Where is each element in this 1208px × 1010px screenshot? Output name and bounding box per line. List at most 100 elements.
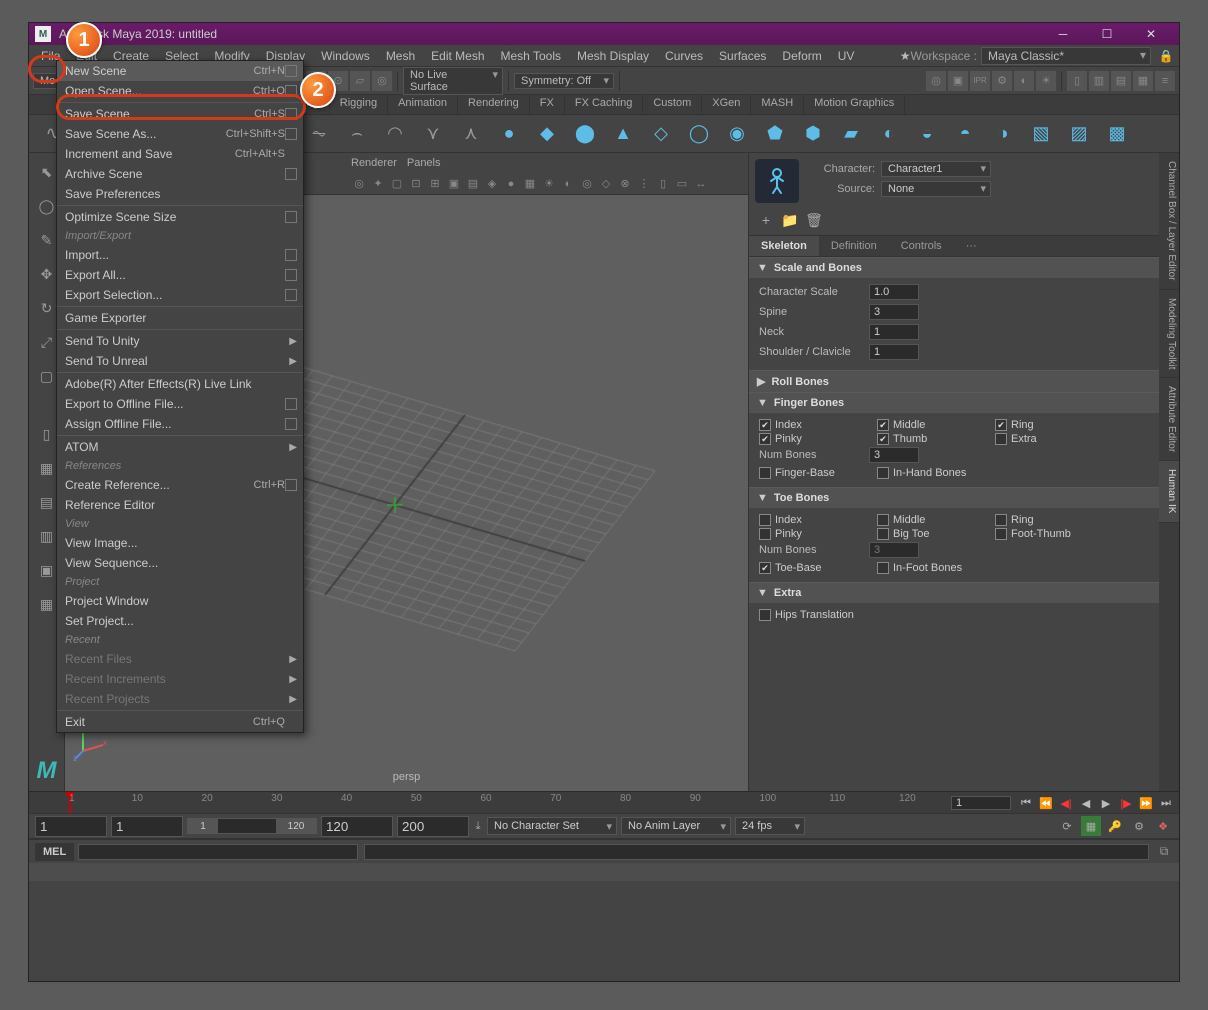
hypershade-icon[interactable]: ◐ [1014, 71, 1034, 91]
toe-base-check-toe-base[interactable]: Toe-Base [759, 562, 877, 574]
camera-icon[interactable]: ◎ [351, 176, 367, 192]
live-surface-select[interactable]: No Live Surface [403, 67, 503, 95]
shelf-prim8-icon[interactable]: ▧ [1025, 118, 1057, 150]
shelf-tab-rigging[interactable]: Rigging [330, 95, 388, 114]
panel-layout-5-icon[interactable]: ≡ [1155, 71, 1175, 91]
shelf-tab-mash[interactable]: MASH [751, 95, 804, 114]
tab-skeleton[interactable]: Skeleton [749, 236, 819, 256]
shelf-tab-custom[interactable]: Custom [643, 95, 702, 114]
section-scale-bones[interactable]: ▼Scale and Bones [749, 257, 1159, 278]
menu-item-set-project[interactable]: Set Project... [57, 611, 303, 631]
menu-item-adobe-r-after-effects-r-live-link[interactable]: Adobe(R) After Effects(R) Live Link [57, 374, 303, 394]
grid-icon[interactable]: ⊞ [427, 176, 443, 192]
menu-item-atom[interactable]: ATOM▶ [57, 437, 303, 457]
finger-numbones-input[interactable]: 3 [869, 447, 919, 463]
next-key-icon[interactable]: ⏩ [1137, 795, 1155, 811]
panel-layout-4-icon[interactable]: ▦ [1133, 71, 1153, 91]
snap-live-icon[interactable]: ◎ [372, 71, 392, 91]
finger-check-thumb[interactable]: Thumb [877, 433, 995, 445]
etc4-icon[interactable]: ↔ [693, 176, 709, 192]
film-gate-icon[interactable]: ▣ [446, 176, 462, 192]
side-tab-humanik[interactable]: Human IK [1159, 461, 1179, 522]
anim-prefs-icon[interactable]: ❖ [1153, 816, 1173, 836]
shelf-tab-xgen[interactable]: XGen [702, 95, 751, 114]
menu-item-game-exporter[interactable]: Game Exporter [57, 308, 303, 328]
tab-controls[interactable]: Controls [889, 236, 954, 256]
option-box-icon[interactable] [285, 211, 297, 223]
shelf-plane-icon[interactable]: ◇ [645, 118, 677, 150]
option-box-icon[interactable] [285, 479, 297, 491]
extra-check-hips-translation[interactable]: Hips Translation [759, 609, 877, 621]
panel-menu-renderer[interactable]: Renderer [351, 157, 397, 169]
menu-item-send-to-unity[interactable]: Send To Unity▶ [57, 331, 303, 351]
shelf-prim2-icon[interactable]: ⬢ [797, 118, 829, 150]
prefs-icon[interactable]: ⚙ [1129, 816, 1149, 836]
menu-item-view-sequence[interactable]: View Sequence... [57, 553, 303, 573]
shelf-torus-icon[interactable]: ◯ [683, 118, 715, 150]
shelf-cone-icon[interactable]: ▲ [607, 118, 639, 150]
shading-wire-icon[interactable]: ◈ [484, 176, 500, 192]
shelf-tab-fxcache[interactable]: FX Caching [565, 95, 643, 114]
option-box-icon[interactable] [285, 249, 297, 261]
play-back-icon[interactable]: ◀ [1077, 795, 1095, 811]
section-extra[interactable]: ▼Extra [749, 582, 1159, 603]
range-slider-in[interactable]: 1 [188, 819, 218, 833]
menu-meshtools[interactable]: Mesh Tools [493, 46, 569, 66]
section-roll-bones[interactable]: ▶Roll Bones [749, 370, 1159, 392]
range-slider[interactable]: 1 120 [187, 818, 317, 834]
joint-xray-icon[interactable]: ⊗ [617, 176, 633, 192]
shelf-disc-icon[interactable]: ◉ [721, 118, 753, 150]
lights-icon[interactable]: ☀ [541, 176, 557, 192]
anim-end-input[interactable] [397, 816, 469, 837]
finger-check-pinky[interactable]: Pinky [759, 433, 877, 445]
ipr-icon[interactable]: IPR [970, 71, 990, 91]
menu-item-create-reference[interactable]: Create Reference...Ctrl+R [57, 475, 303, 495]
toe-check-big-toe[interactable]: Big Toe [877, 528, 995, 540]
toe-check-middle[interactable]: Middle [877, 514, 995, 526]
finger-check-middle[interactable]: Middle [877, 419, 995, 431]
option-box-icon[interactable] [285, 128, 297, 140]
maximize-button[interactable]: ☐ [1085, 23, 1129, 45]
side-tab-attribute[interactable]: Attribute Editor [1159, 378, 1179, 461]
playback-end-input[interactable] [321, 816, 393, 837]
light-editor-icon[interactable]: ☀ [1036, 71, 1056, 91]
shelf-cube-icon[interactable]: ◆ [531, 118, 563, 150]
panel-layout-1-icon[interactable]: ▯ [1067, 71, 1087, 91]
menu-meshdisplay[interactable]: Mesh Display [569, 46, 657, 66]
shelf-prim7-icon[interactable]: ◑ [987, 118, 1019, 150]
shelf-curve9-icon[interactable]: ⌢ [341, 118, 373, 150]
minimize-button[interactable]: ─ [1041, 23, 1085, 45]
close-button[interactable]: ✕ [1129, 23, 1173, 45]
panel-menu-panels[interactable]: Panels [407, 157, 441, 169]
shelf-tab-fx[interactable]: FX [530, 95, 565, 114]
neck-input[interactable]: 1 [869, 324, 919, 340]
maya-home-icon[interactable]: M [31, 755, 63, 787]
loop-icon[interactable]: ⟳ [1057, 816, 1077, 836]
range-slider-out[interactable]: 120 [276, 819, 316, 833]
prev-key-icon[interactable]: ⏪ [1037, 795, 1055, 811]
snap-plane-icon[interactable]: ▱ [350, 71, 370, 91]
textured-icon[interactable]: ▦ [522, 176, 538, 192]
script-editor-icon[interactable]: ⧉ [1155, 843, 1173, 861]
symmetry-select[interactable]: Symmetry: Off [514, 73, 614, 89]
character-set-select[interactable]: No Character Set [487, 817, 617, 835]
finger-check-extra[interactable]: Extra [995, 433, 1113, 445]
shelf-tab-anim[interactable]: Animation [388, 95, 458, 114]
menu-mesh[interactable]: Mesh [378, 46, 423, 66]
menu-windows[interactable]: Windows [313, 46, 378, 66]
menu-item-project-window[interactable]: Project Window [57, 591, 303, 611]
shelf-prim3-icon[interactable]: ▰ [835, 118, 867, 150]
render-view-icon[interactable]: ◎ [926, 71, 946, 91]
etc3-icon[interactable]: ▭ [674, 176, 690, 192]
xray-icon[interactable]: ◇ [598, 176, 614, 192]
menu-item-save-scene-as[interactable]: Save Scene As...Ctrl+Shift+S [57, 124, 303, 144]
image-plane-icon[interactable]: ▢ [389, 176, 405, 192]
shelf-prim5-icon[interactable]: ◒ [911, 118, 943, 150]
go-start-icon[interactable]: ⏮ [1017, 795, 1035, 811]
menu-deform[interactable]: Deform [774, 46, 829, 66]
menu-curves[interactable]: Curves [657, 46, 711, 66]
menu-item-import[interactable]: Import... [57, 245, 303, 265]
spine-input[interactable]: 3 [869, 304, 919, 320]
shelf-curve11-icon[interactable]: ⋎ [417, 118, 449, 150]
menu-item-send-to-unreal[interactable]: Send To Unreal▶ [57, 351, 303, 371]
